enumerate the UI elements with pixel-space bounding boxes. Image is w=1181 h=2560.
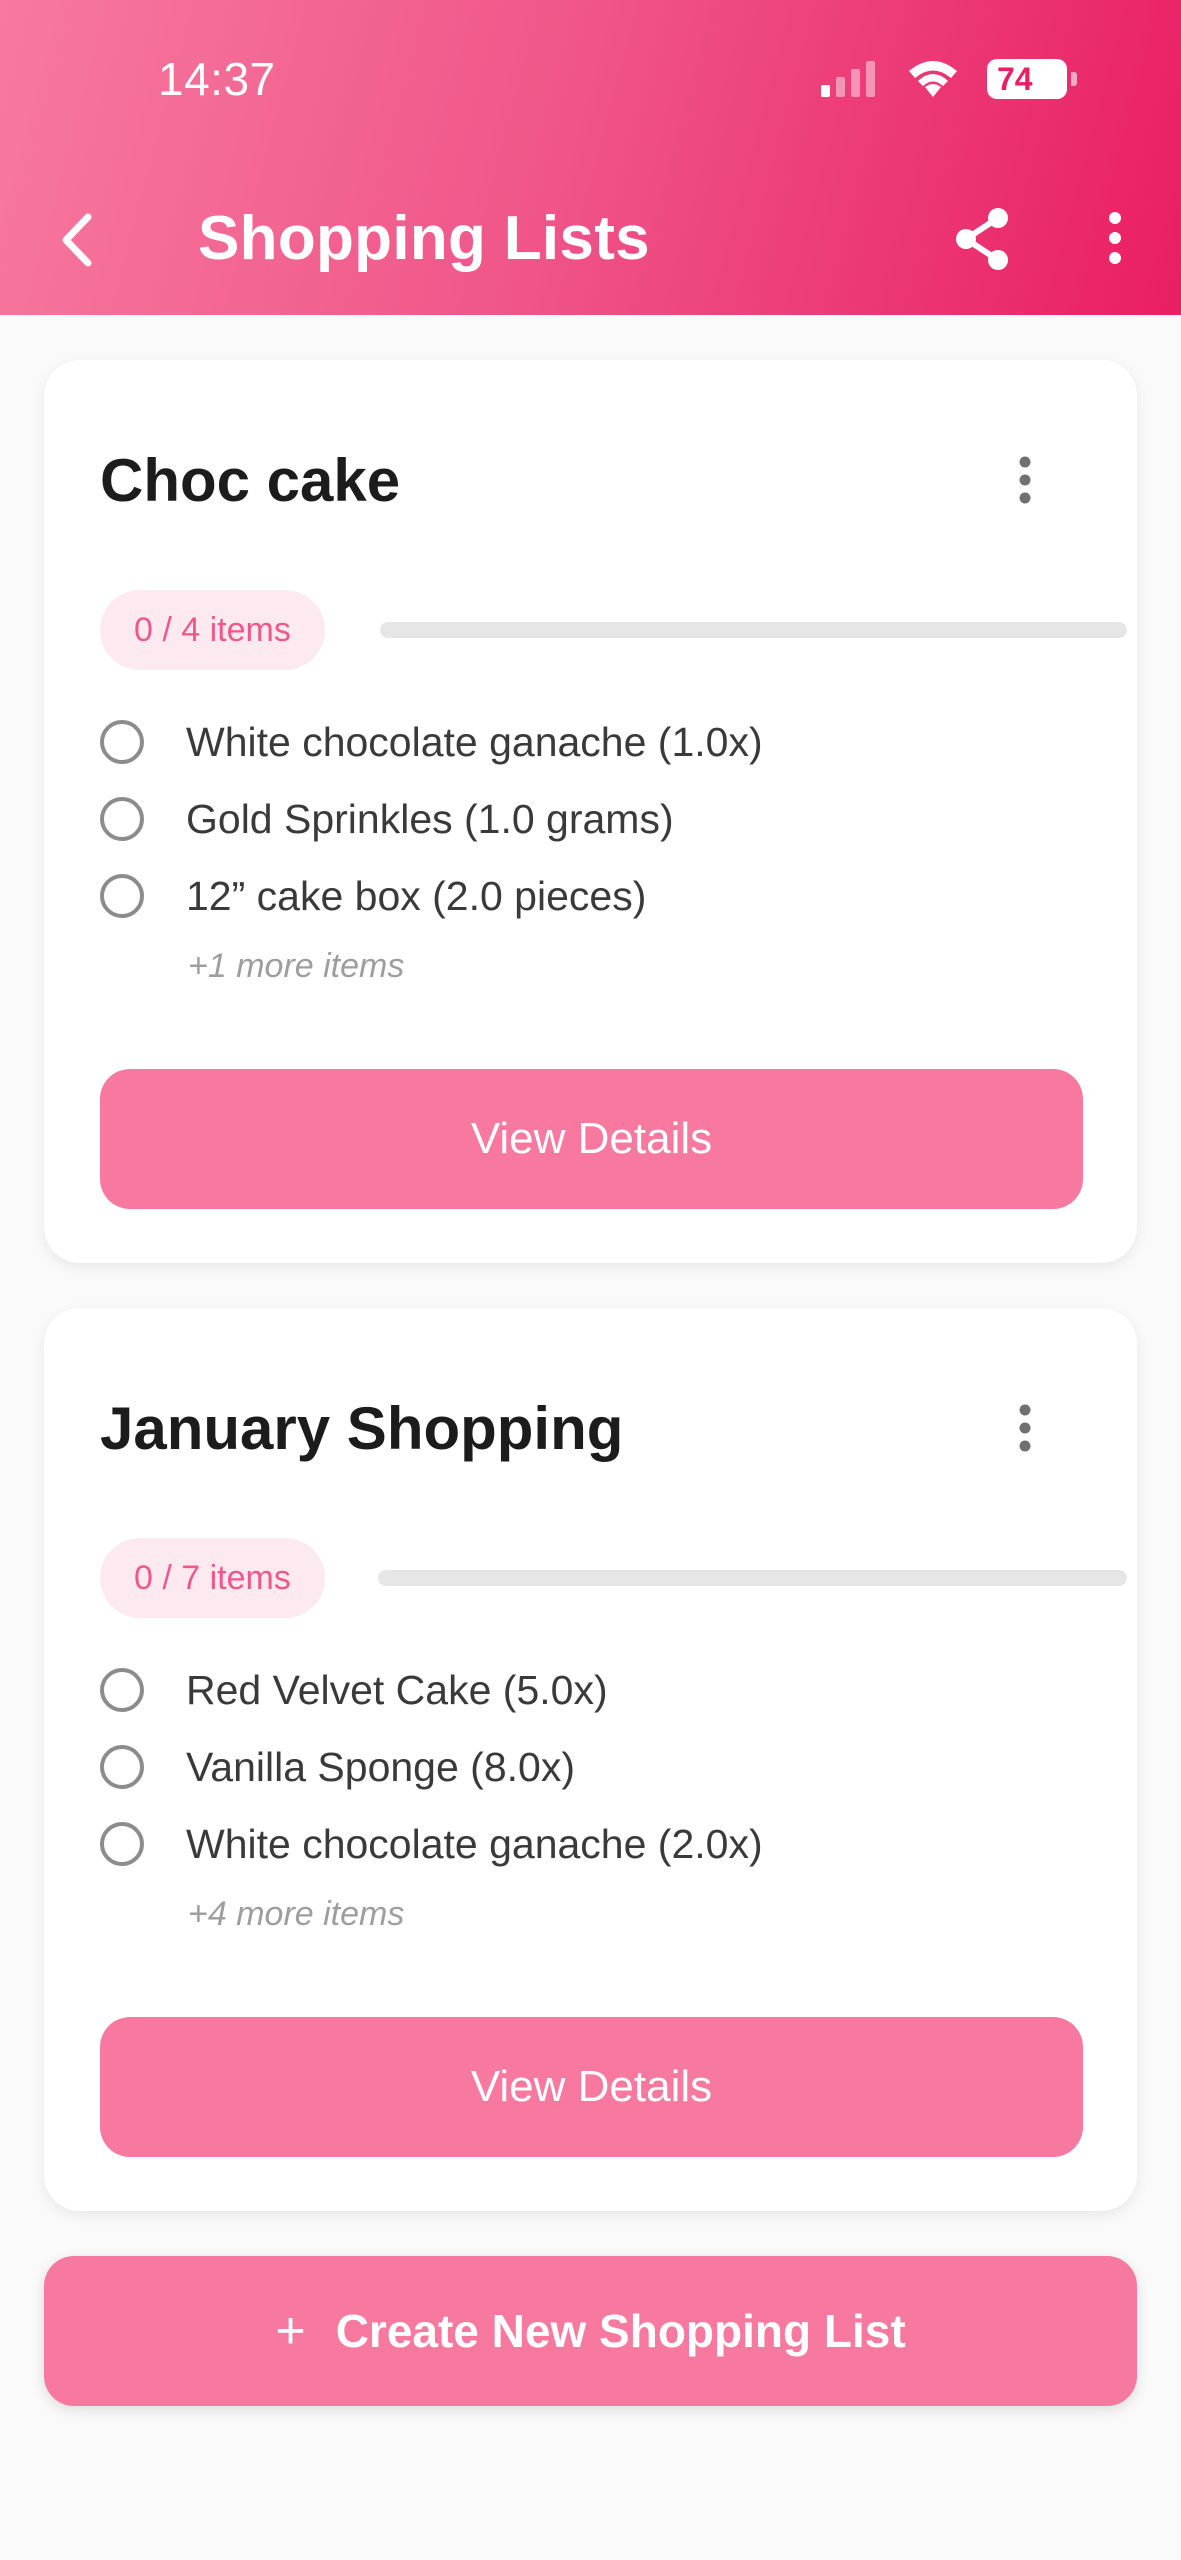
plus-icon: +: [275, 2302, 306, 2360]
more-items-text: +4 more items: [188, 1895, 405, 1933]
signal-icon: [821, 61, 875, 97]
more-items-text: +1 more items: [188, 947, 405, 985]
item-label: White chocolate ganache (2.0x): [186, 1820, 763, 1867]
shopping-list-card: January Shopping 0 / 7 items Red Velvet …: [44, 1308, 1137, 2211]
radio-unchecked-icon[interactable]: [100, 1668, 144, 1712]
page-title: Shopping Lists: [198, 204, 650, 273]
radio-unchecked-icon[interactable]: [100, 1745, 144, 1789]
more-options-button[interactable]: [1100, 208, 1130, 268]
chevron-left-icon: [62, 213, 92, 267]
create-list-button[interactable]: + Create New Shopping List: [44, 2256, 1137, 2406]
more-vertical-icon: [1109, 212, 1121, 264]
more-vertical-icon: [1019, 1404, 1031, 1452]
wifi-icon: [909, 61, 957, 97]
view-details-button[interactable]: View Details: [100, 1069, 1083, 1209]
list-title: Choc cake: [100, 447, 401, 514]
radio-unchecked-icon[interactable]: [100, 720, 144, 764]
battery-icon: 74: [987, 59, 1067, 99]
item-label: White chocolate ganache (1.0x): [186, 718, 763, 765]
list-item: Red Velvet Cake (5.0x): [100, 1660, 608, 1720]
item-count-badge: 0 / 4 items: [100, 590, 325, 670]
app-header: 14:37 74 Shopping Lists: [0, 0, 1181, 315]
list-item: 12” cake box (2.0 pieces): [100, 866, 646, 926]
radio-unchecked-icon[interactable]: [100, 797, 144, 841]
item-label: Gold Sprinkles (1.0 grams): [186, 795, 674, 842]
status-time: 14:37: [158, 53, 276, 105]
progress-bar: [380, 622, 1127, 638]
radio-unchecked-icon[interactable]: [100, 874, 144, 918]
radio-unchecked-icon[interactable]: [100, 1822, 144, 1866]
list-item: White chocolate ganache (2.0x): [100, 1814, 763, 1874]
share-icon: [956, 208, 1008, 270]
list-item: Vanilla Sponge (8.0x): [100, 1737, 575, 1797]
progress-bar: [378, 1570, 1127, 1586]
item-label: Red Velvet Cake (5.0x): [186, 1666, 608, 1713]
list-title: January Shopping: [100, 1395, 624, 1462]
list-menu-button[interactable]: [1013, 1400, 1037, 1460]
create-list-label: Create New Shopping List: [335, 2305, 906, 2357]
list-item: Gold Sprinkles (1.0 grams): [100, 789, 674, 849]
more-vertical-icon: [1019, 456, 1031, 504]
back-button[interactable]: [52, 205, 102, 275]
item-label: 12” cake box (2.0 pieces): [186, 872, 647, 919]
item-label: Vanilla Sponge (8.0x): [186, 1743, 575, 1790]
list-item: White chocolate ganache (1.0x): [100, 712, 763, 772]
shopping-list-card: Choc cake 0 / 4 items White chocolate ga…: [44, 360, 1137, 1263]
status-icons: 74: [819, 56, 1077, 102]
share-button[interactable]: [952, 206, 1012, 272]
view-details-button[interactable]: View Details: [100, 2017, 1083, 2157]
item-count-badge: 0 / 7 items: [100, 1538, 325, 1618]
list-menu-button[interactable]: [1013, 452, 1037, 512]
battery-level: 74: [997, 60, 1033, 97]
